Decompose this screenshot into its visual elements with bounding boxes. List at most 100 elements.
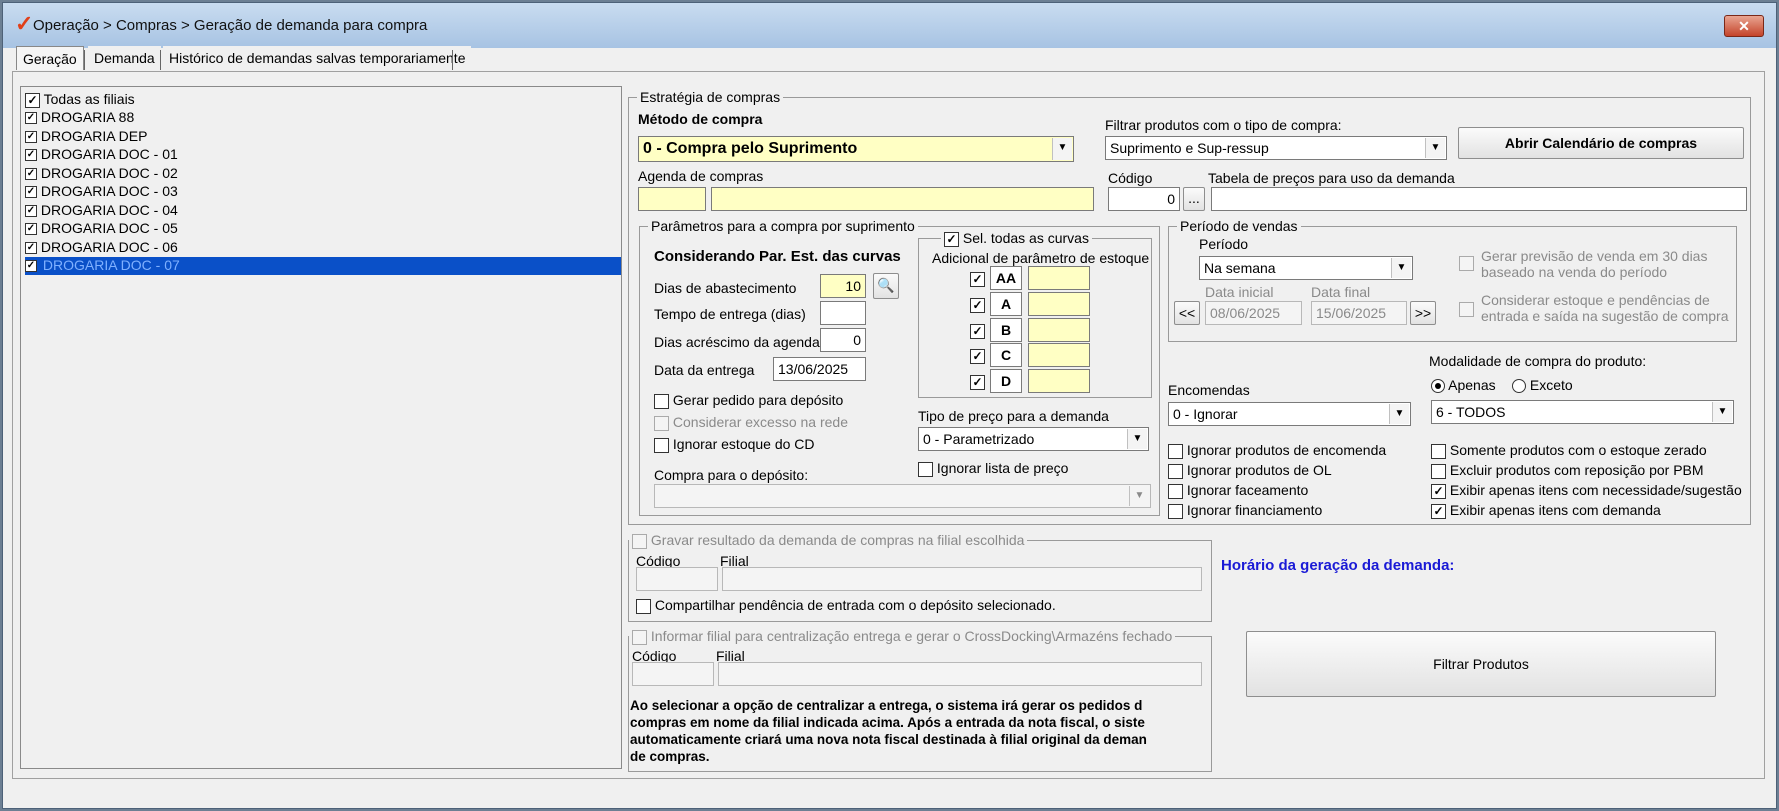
curva-row-c[interactable]: ✓ [970, 347, 985, 364]
excluir-pbm-checkbox[interactable]: Excluir produtos com reposição por PBM [1431, 462, 1704, 479]
curva-row-b[interactable]: ✓ [970, 322, 985, 339]
checkbox-checked-icon[interactable]: ✓ [25, 112, 37, 125]
checkbox-checked-icon[interactable]: ✓ [25, 223, 37, 236]
metodo-select[interactable]: 0 - Compra pelo Suprimento ▼ [638, 136, 1074, 162]
checkbox-checked-icon[interactable]: ✓ [970, 271, 985, 287]
chevron-down-icon[interactable]: ▼ [1712, 402, 1732, 422]
prev-period-button[interactable]: << [1174, 301, 1200, 325]
checkbox-icon[interactable] [632, 629, 647, 645]
todas-filiais-checkbox[interactable]: ✓ Todas as filiais [25, 91, 135, 109]
agenda-name-input[interactable] [711, 187, 1094, 211]
ignorar-lista-checkbox[interactable]: Ignorar lista de preço [918, 460, 1068, 477]
chevron-down-icon[interactable]: ▼ [1052, 138, 1072, 160]
ellipsis-button[interactable]: ... [1183, 187, 1205, 211]
exceto-radio[interactable]: Exceto [1512, 377, 1573, 394]
data-inicial-input[interactable]: 08/06/2025 [1205, 301, 1302, 325]
filial-item[interactable]: ✓ DROGARIA DOC - 04 [25, 202, 178, 220]
gravar-filial-input[interactable] [722, 567, 1202, 591]
tempo-entrega-input[interactable] [820, 301, 866, 325]
centralizar-filial-input[interactable] [718, 662, 1202, 686]
checkbox-icon[interactable] [1168, 503, 1183, 519]
checkbox-icon[interactable] [1431, 443, 1446, 459]
checkbox-checked-icon[interactable]: ✓ [1431, 483, 1446, 499]
sel-todas-curvas-checkbox[interactable]: ✓ Sel. todas as curvas [941, 230, 1092, 247]
encomendas-select[interactable]: 0 - Ignorar ▼ [1168, 402, 1411, 426]
centralizar-codigo-input[interactable] [632, 662, 714, 686]
considerar-excesso-checkbox[interactable]: Considerar excesso na rede [654, 414, 848, 431]
checkbox-checked-icon[interactable]: ✓ [25, 205, 37, 218]
gravar-codigo-input[interactable] [636, 567, 718, 591]
curva-input-aa[interactable] [1028, 266, 1090, 290]
dias-abast-input[interactable]: 10 [820, 274, 866, 298]
centralizar-checkbox[interactable]: Informar filial para centralização entre… [629, 628, 1176, 645]
codigo-input[interactable]: 0 [1108, 187, 1180, 211]
checkbox-icon[interactable] [1459, 255, 1474, 271]
tab-geracao[interactable]: Geração [16, 46, 84, 70]
next-period-button[interactable]: >> [1410, 301, 1436, 325]
ignorar-faceamento-checkbox[interactable]: Ignorar faceamento [1168, 482, 1308, 499]
ignorar-encomenda-checkbox[interactable]: Ignorar produtos de encomenda [1168, 442, 1386, 459]
abrir-calendario-button[interactable]: Abrir Calendário de compras [1458, 127, 1744, 159]
filial-item[interactable]: ✓ DROGARIA DOC - 05 [25, 220, 178, 238]
close-button[interactable]: ✕ [1724, 15, 1764, 37]
chevron-down-icon[interactable]: ▼ [1127, 429, 1147, 449]
gerar-pedido-checkbox[interactable]: Gerar pedido para depósito [654, 392, 843, 409]
checkbox-checked-icon[interactable]: ✓ [970, 374, 985, 390]
ignorar-estoque-cd-checkbox[interactable]: Ignorar estoque do CD [654, 436, 815, 453]
checkbox-icon[interactable] [1168, 463, 1183, 479]
modalidade-select[interactable]: 6 - TODOS ▼ [1431, 400, 1734, 424]
filial-item[interactable]: ✓ DROGARIA DOC - 03 [25, 183, 178, 201]
apenas-radio[interactable]: Apenas [1431, 377, 1496, 394]
search-icon[interactable]: 🔍 [873, 273, 899, 299]
checkbox-checked-icon[interactable]: ✓ [944, 231, 959, 247]
checkbox-checked-icon[interactable]: ✓ [25, 186, 37, 199]
exibir-necessidade-checkbox[interactable]: ✓ Exibir apenas itens com necessidade/su… [1431, 482, 1742, 499]
checkbox-checked-icon[interactable]: ✓ [970, 323, 985, 339]
filial-item[interactable]: ✓ DROGARIA DOC - 06 [25, 239, 178, 257]
tab-historico[interactable]: Histórico de demandas salvas temporariam… [163, 46, 472, 70]
filial-item[interactable]: ✓ DROGARIA DOC - 01 [25, 146, 178, 164]
checkbox-checked-icon[interactable]: ✓ [970, 348, 985, 364]
data-final-input[interactable]: 15/06/2025 [1311, 301, 1407, 325]
checkbox-checked-icon[interactable]: ✓ [970, 297, 985, 313]
checkbox-checked-icon[interactable]: ✓ [1431, 503, 1446, 519]
curva-row-d[interactable]: ✓ [970, 373, 985, 390]
ignorar-ol-checkbox[interactable]: Ignorar produtos de OL [1168, 462, 1332, 479]
checkbox-checked-icon[interactable]: ✓ [25, 242, 37, 255]
curva-input-c[interactable] [1028, 343, 1090, 367]
ignorar-financiamento-checkbox[interactable]: Ignorar financiamento [1168, 502, 1322, 519]
checkbox-icon[interactable] [1168, 443, 1183, 459]
checkbox-checked-icon[interactable]: ✓ [25, 149, 37, 162]
data-entrega-input[interactable]: 13/06/2025 [773, 357, 866, 381]
agenda-code-input[interactable] [638, 187, 706, 211]
filial-item[interactable]: ✓ DROGARIA DEP [25, 128, 147, 146]
gravar-checkbox[interactable]: Gravar resultado da demanda de compras n… [629, 532, 1028, 549]
checkbox-icon[interactable] [1168, 483, 1183, 499]
exibir-demanda-checkbox[interactable]: ✓ Exibir apenas itens com demanda [1431, 502, 1661, 519]
checkbox-icon[interactable] [654, 393, 669, 409]
radio-icon[interactable] [1512, 379, 1526, 394]
gerar-previsao-checkbox[interactable] [1459, 254, 1474, 271]
checkbox-checked-icon[interactable]: ✓ [25, 131, 37, 144]
checkbox-icon[interactable] [1459, 301, 1474, 317]
filtrar-produtos-button[interactable]: Filtrar Produtos [1246, 631, 1716, 697]
checkbox-icon[interactable] [654, 437, 669, 453]
checkbox-icon[interactable] [654, 415, 669, 431]
compartilhar-checkbox[interactable]: Compartilhar pendência de entrada com o … [636, 597, 1056, 614]
periodo-select[interactable]: Na semana ▼ [1199, 256, 1413, 280]
filial-item-selected[interactable]: ✓ DROGARIA DOC - 07 [25, 257, 621, 275]
somente-estoque-zerado-checkbox[interactable]: Somente produtos com o estoque zerado [1431, 442, 1707, 459]
considerar-estoque-checkbox[interactable] [1459, 300, 1474, 317]
filial-item[interactable]: ✓ DROGARIA DOC - 02 [25, 165, 178, 183]
curva-input-b[interactable] [1028, 318, 1090, 342]
checkbox-checked-icon[interactable]: ✓ [25, 92, 40, 108]
chevron-down-icon[interactable]: ▼ [1129, 486, 1149, 506]
tab-demanda[interactable]: Demanda [88, 46, 161, 70]
curva-row-a[interactable]: ✓ [970, 296, 985, 313]
checkbox-checked-icon[interactable]: ✓ [25, 260, 37, 273]
checkbox-icon[interactable] [1431, 463, 1446, 479]
curva-input-a[interactable] [1028, 292, 1090, 316]
radio-selected-icon[interactable] [1431, 379, 1445, 394]
checkbox-icon[interactable] [636, 598, 651, 614]
filiais-list[interactable]: ✓ Todas as filiais ✓ DROGARIA 88 ✓ DROGA… [20, 86, 622, 769]
